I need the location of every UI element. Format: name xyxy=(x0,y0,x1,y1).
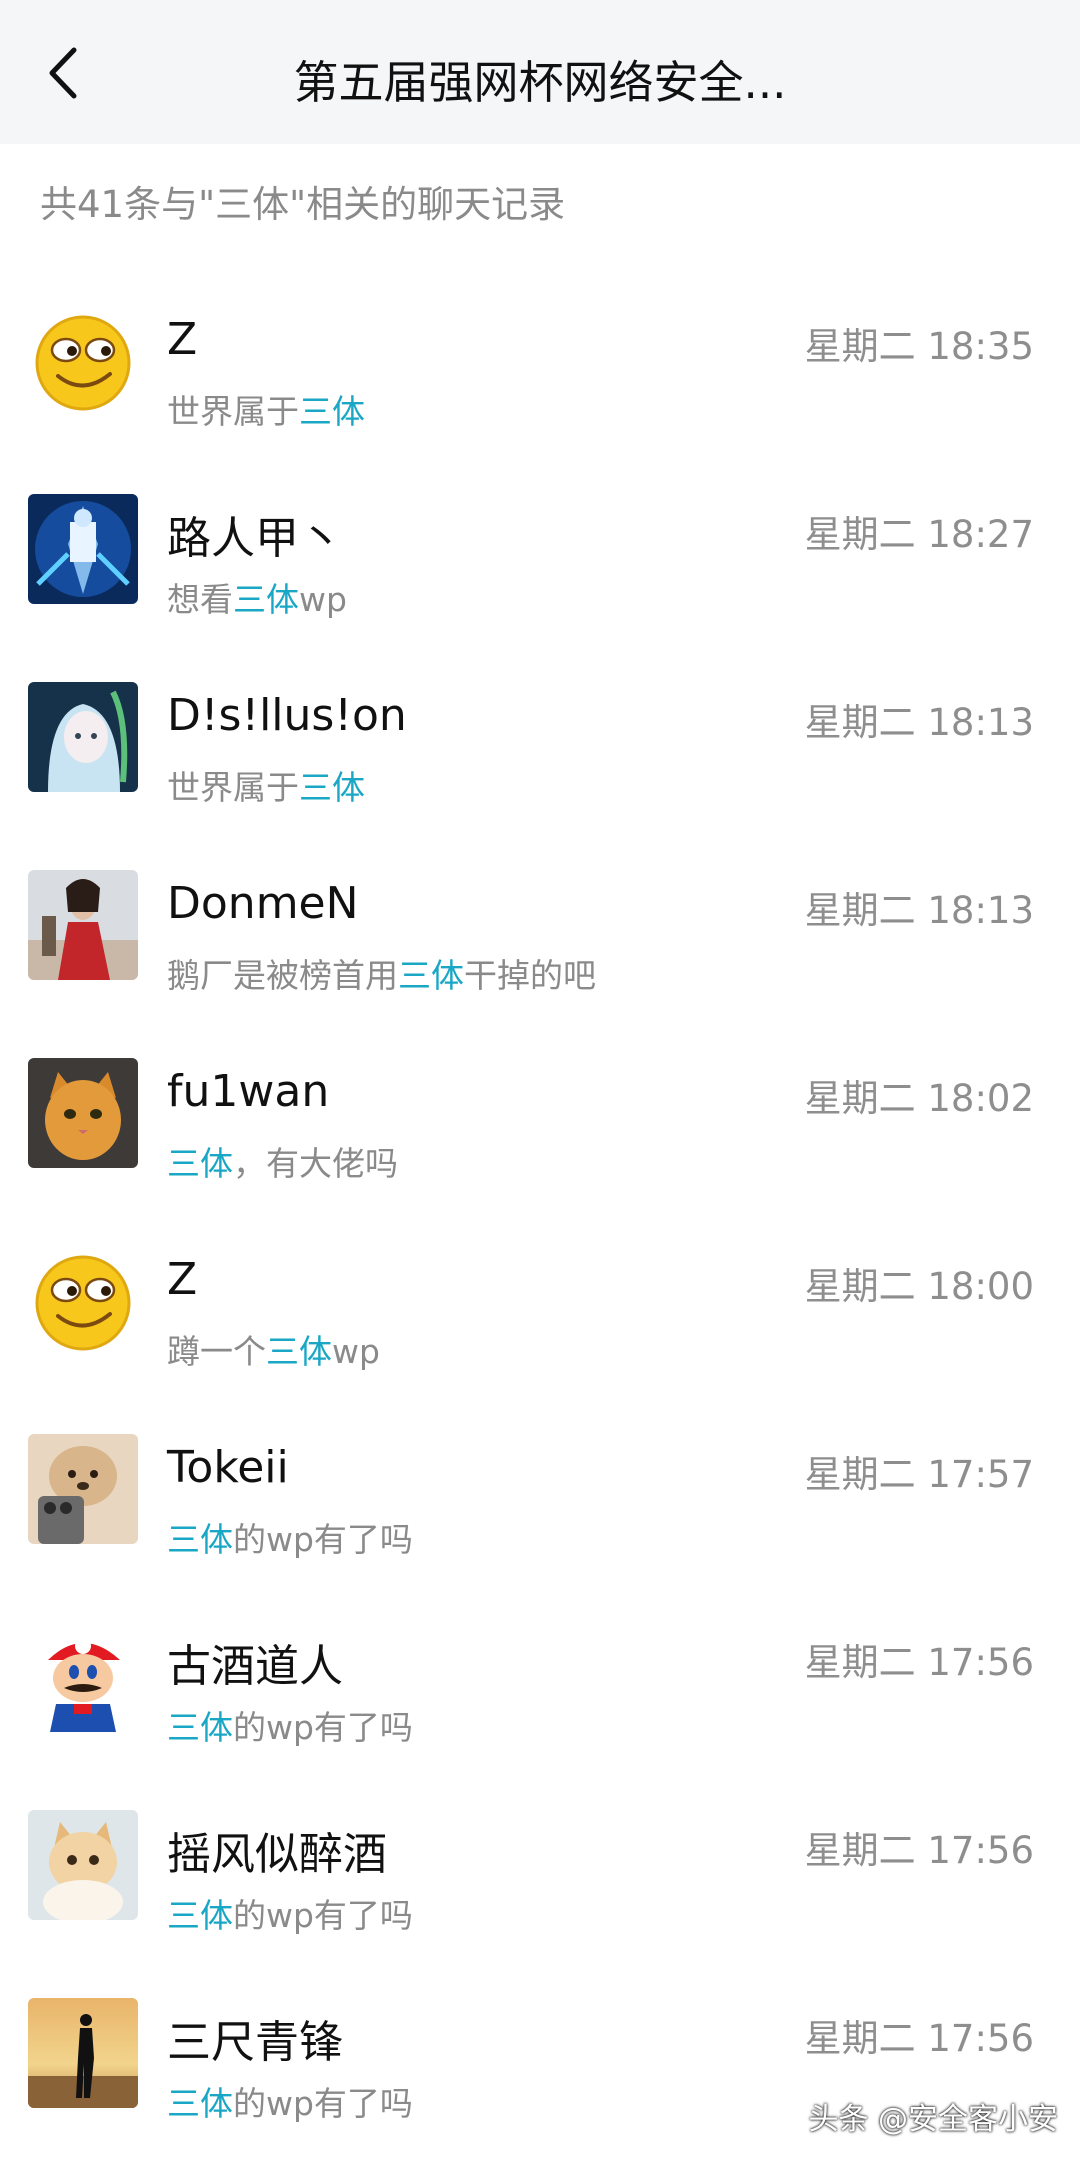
sender-name: 摇风似醉酒 xyxy=(167,1829,387,1880)
sender-name: DonmeN xyxy=(167,878,359,929)
search-result-item[interactable]: Tokeii 星期二 17:57 三体的wp有了吗 xyxy=(0,1392,1080,1580)
message-timestamp: 星期二 18:13 xyxy=(804,889,1034,932)
snippet-keyword-highlight: 三体 xyxy=(167,1144,233,1183)
message-snippet: 世界属于三体 xyxy=(167,385,365,433)
snippet-text-after: 的wp有了吗 xyxy=(233,1708,413,1747)
search-result-item[interactable]: 路人甲丶 星期二 18:27 想看三体wp xyxy=(0,452,1080,640)
snippet-text-after: 的wp有了吗 xyxy=(233,1520,413,1559)
avatar xyxy=(28,1810,138,1920)
snippet-text-before: 鹅厂是被榜首用 xyxy=(167,956,398,995)
message-snippet: 三体的wp有了吗 xyxy=(167,1701,413,1749)
avatar xyxy=(28,1058,138,1168)
message-timestamp: 星期二 18:35 xyxy=(804,325,1034,368)
message-timestamp: 星期二 18:13 xyxy=(804,701,1034,744)
message-snippet: 三体，有大佬吗 xyxy=(167,1137,398,1185)
search-result-item[interactable]: Z 星期二 18:35 世界属于三体 xyxy=(0,264,1080,452)
back-button[interactable] xyxy=(30,38,100,108)
search-result-item[interactable]: fu1wan 星期二 18:02 三体，有大佬吗 xyxy=(0,1016,1080,1204)
sender-name: fu1wan xyxy=(167,1066,330,1117)
message-snippet: 蹲一个三体wp xyxy=(167,1325,380,1373)
snippet-keyword-highlight: 三体 xyxy=(266,1332,332,1371)
avatar xyxy=(28,870,138,980)
search-result-item[interactable]: 摇风似醉酒 星期二 17:56 三体的wp有了吗 xyxy=(0,1768,1080,1956)
chat-history-search-page: 第五届强网杯网络安全... 共41条与"三体"相关的聊天记录 Z 星期二 18:3… xyxy=(0,0,1080,2166)
avatar xyxy=(28,1246,138,1356)
message-timestamp: 星期二 18:02 xyxy=(804,1077,1034,1120)
snippet-text-before: 蹲一个 xyxy=(167,1332,266,1371)
snippet-keyword-highlight: 三体 xyxy=(167,2084,233,2123)
snippet-text-before: 世界属于 xyxy=(167,392,299,431)
sender-name: Tokeii xyxy=(167,1442,289,1493)
message-timestamp: 星期二 18:27 xyxy=(804,513,1034,556)
sender-name: D!s!llus!on xyxy=(167,690,407,741)
message-timestamp: 星期二 18:00 xyxy=(804,1265,1034,1308)
navigation-bar: 第五届强网杯网络安全... xyxy=(0,0,1080,144)
message-snippet: 鹅厂是被榜首用三体干掉的吧 xyxy=(167,949,596,997)
search-result-item[interactable]: Z 星期二 18:00 蹲一个三体wp xyxy=(0,1204,1080,1392)
snippet-keyword-highlight: 三体 xyxy=(233,580,299,619)
snippet-text-after: wp xyxy=(299,580,347,619)
snippet-text-after: ，有大佬吗 xyxy=(233,1144,398,1183)
snippet-keyword-highlight: 三体 xyxy=(398,956,464,995)
snippet-keyword-highlight: 三体 xyxy=(167,1896,233,1935)
avatar xyxy=(28,1998,138,2108)
snippet-keyword-highlight: 三体 xyxy=(167,1520,233,1559)
message-timestamp: 星期二 17:56 xyxy=(804,2017,1034,2060)
snippet-text-before: 想看 xyxy=(167,580,233,619)
snippet-text-after: wp xyxy=(332,1332,380,1371)
sender-name: Z xyxy=(167,1254,198,1305)
search-result-item[interactable]: DonmeN 星期二 18:13 鹅厂是被榜首用三体干掉的吧 xyxy=(0,828,1080,1016)
snippet-text-after: 的wp有了吗 xyxy=(233,2084,413,2123)
sender-name: 路人甲丶 xyxy=(167,513,343,564)
avatar xyxy=(28,306,138,416)
chevron-left-icon xyxy=(49,47,77,99)
sender-name: 古酒道人 xyxy=(167,1641,343,1692)
message-timestamp: 星期二 17:56 xyxy=(804,1829,1034,1872)
snippet-keyword-highlight: 三体 xyxy=(299,392,365,431)
message-snippet: 世界属于三体 xyxy=(167,761,365,809)
watermark: 头条 @安全客小安 xyxy=(808,2102,1058,2137)
message-snippet: 三体的wp有了吗 xyxy=(167,1513,413,1561)
search-result-count: 共41条与"三体"相关的聊天记录 xyxy=(40,183,566,226)
avatar xyxy=(28,1622,138,1732)
snippet-text-after: 干掉的吧 xyxy=(464,956,596,995)
snippet-text-after: 的wp有了吗 xyxy=(233,1896,413,1935)
avatar xyxy=(28,494,138,604)
message-timestamp: 星期二 17:57 xyxy=(804,1453,1034,1496)
avatar xyxy=(28,682,138,792)
sender-name: 三尺青锋 xyxy=(167,2017,343,2068)
message-snippet: 三体的wp有了吗 xyxy=(167,1889,413,1937)
avatar xyxy=(28,1434,138,1544)
search-result-item[interactable]: 古酒道人 星期二 17:56 三体的wp有了吗 xyxy=(0,1580,1080,1768)
snippet-keyword-highlight: 三体 xyxy=(299,768,365,807)
snippet-text-before: 世界属于 xyxy=(167,768,299,807)
snippet-keyword-highlight: 三体 xyxy=(167,1708,233,1747)
message-timestamp: 星期二 17:56 xyxy=(804,1641,1034,1684)
message-snippet: 想看三体wp xyxy=(167,573,347,621)
page-title: 第五届强网杯网络安全... xyxy=(293,56,787,109)
message-snippet: 三体的wp有了吗 xyxy=(167,2077,413,2125)
search-result-item[interactable]: D!s!llus!on 星期二 18:13 世界属于三体 xyxy=(0,640,1080,828)
search-result-list: Z 星期二 18:35 世界属于三体 路人甲丶 星期二 18:27 想看三体wp D!s… xyxy=(0,264,1080,2144)
sender-name: Z xyxy=(167,314,198,365)
